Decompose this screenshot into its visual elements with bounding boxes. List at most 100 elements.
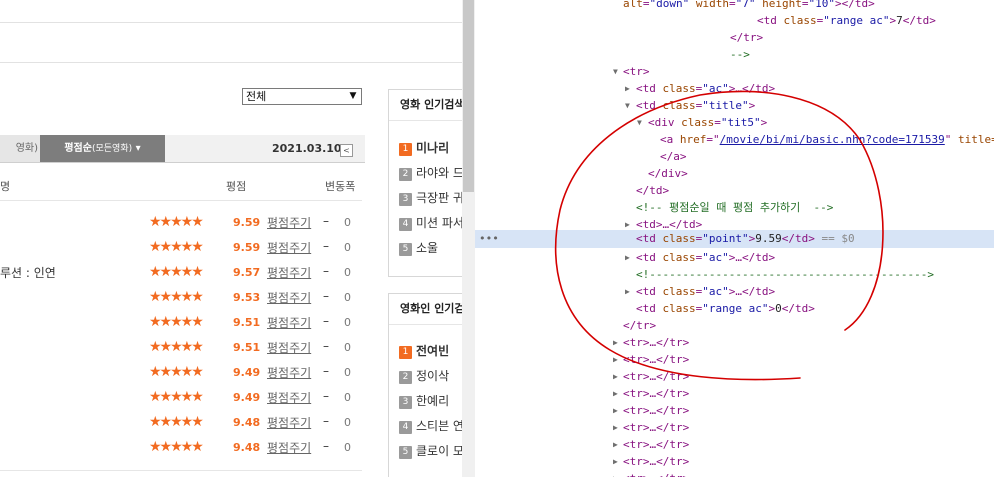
give-rating-link[interactable]: 평점주기 [267, 389, 311, 406]
collapsed-triangle-icon[interactable]: ▶ [625, 249, 630, 266]
table-row: ★★★★★ 9.48 평점주기 – 0 [0, 438, 362, 463]
rank-list-item[interactable]: 1 미나리 [399, 139, 449, 156]
dom-line[interactable]: </div> [475, 165, 994, 182]
dom-line-collapsed-tr[interactable]: ▶ <tr>…</tr> [475, 402, 994, 419]
rank-list-item[interactable]: 3 극장판 귀 [399, 189, 462, 206]
dom-line[interactable]: --> [475, 46, 994, 63]
dom-line-collapsed-tr[interactable]: ▶ <tr>…</tr> [475, 334, 994, 351]
dom-line[interactable]: ▶ <td class="ac">…</td> [475, 80, 994, 97]
rank-change-value: 0 [344, 241, 351, 254]
movie-title[interactable]: 루션 : 인연 [0, 264, 56, 281]
expand-triangle-icon[interactable]: ▼ [625, 97, 630, 114]
prev-date-button[interactable]: < [340, 144, 353, 157]
genre-filter-select[interactable]: 전체 ▼ [242, 88, 362, 105]
divider [0, 470, 362, 471]
rank-number-badge: 3 [399, 193, 412, 206]
give-rating-link[interactable]: 평점주기 [267, 214, 311, 231]
rank-number-badge: 2 [399, 168, 412, 181]
scrollbar-thumb[interactable] [463, 0, 474, 192]
tab-prev-category[interactable]: 영화) [0, 135, 40, 162]
collapsed-triangle-icon[interactable]: ▶ [613, 453, 618, 470]
rank-change-value: 0 [344, 441, 351, 454]
dom-line[interactable]: </a> [475, 148, 994, 165]
dom-line-comment[interactable]: <!-- 평점순일 때 평점 추가하기 --> [475, 199, 994, 216]
dom-line[interactable]: </tr> [475, 317, 994, 334]
dom-line[interactable]: <td class="range ac">0</td> [475, 300, 994, 317]
ranking-tabbar: 영화) 평점순(모든영화) ▾ 2021.03.10 < [0, 135, 365, 163]
dom-line-tr-expanded[interactable]: ▼ <tr> [475, 63, 994, 80]
give-rating-link[interactable]: 평점주기 [267, 264, 311, 281]
dom-line[interactable]: ▼ <td class="title"> [475, 97, 994, 114]
dom-line[interactable]: ▼ <div class="tit5"> [475, 114, 994, 131]
genre-filter-value: 전체 [246, 90, 267, 103]
rank-list-item[interactable]: 4 스티븐 연 [399, 417, 462, 434]
rating-score: 9.48 [233, 416, 261, 429]
rank-list-item[interactable]: 2 정이삭 [399, 367, 449, 384]
star-rating-icon: ★★★★★ [149, 289, 204, 305]
dom-line-collapsed-tr[interactable]: ▶ <tr>…</tr> [475, 470, 994, 477]
give-rating-link[interactable]: 평점주기 [267, 289, 311, 306]
rank-list-item[interactable]: 5 소울 [399, 239, 438, 256]
give-rating-link[interactable]: 평점주기 [267, 314, 311, 331]
rank-number-badge: 5 [399, 446, 412, 459]
rank-list-item[interactable]: 1 전여빈 [399, 342, 449, 359]
collapsed-triangle-icon[interactable]: ▶ [613, 470, 618, 477]
dom-line-collapsed-tr[interactable]: ▶ <tr>…</tr> [475, 419, 994, 436]
dom-line[interactable]: </tr> [475, 29, 994, 46]
movie-link-href[interactable]: /movie/bi/mi/basic.nhn?code=171539 [720, 133, 945, 146]
rank-list-item[interactable]: 4 미션 파서 [399, 214, 462, 231]
column-header-title: 명 [0, 180, 11, 193]
no-change-icon: – [323, 389, 329, 403]
column-header-rating: 평점 [226, 180, 247, 193]
rank-list-item[interactable]: 3 한예리 [399, 392, 449, 409]
dom-line-collapsed-tr[interactable]: ▶ <tr>…</tr> [475, 385, 994, 402]
table-row: 루션 : 인연 ★★★★★ 9.57 평점주기 – 0 [0, 263, 362, 288]
dom-line-collapsed-tr[interactable]: ▶ <tr>…</tr> [475, 453, 994, 470]
dom-line[interactable]: ▶ <td class="ac">…</td> [475, 249, 994, 266]
tab-rating-all-movies[interactable]: 평점순(모든영화) ▾ [40, 135, 165, 162]
rank-change-value: 0 [344, 216, 351, 229]
tr-tag: <tr>…</tr> [623, 336, 690, 349]
give-rating-link[interactable]: 평점주기 [267, 414, 311, 431]
collapsed-triangle-icon[interactable]: ▶ [613, 334, 618, 351]
dom-line-collapsed-tr[interactable]: ▶ <tr>…</tr> [475, 368, 994, 385]
dom-line-comment[interactable]: <!--------------------------------------… [475, 266, 994, 283]
divider [0, 200, 362, 201]
more-actions-icon[interactable]: ••• [479, 230, 499, 247]
collapsed-triangle-icon[interactable]: ▶ [625, 80, 630, 97]
dom-line-selected[interactable]: ••• <td class="point">9.59</td> == $0 [475, 230, 994, 248]
table-row: ★★★★★ 9.51 평점주기 – 0 [0, 313, 362, 338]
collapsed-triangle-icon[interactable]: ▶ [613, 368, 618, 385]
collapsed-triangle-icon[interactable]: ▶ [613, 385, 618, 402]
expand-triangle-icon[interactable]: ▼ [613, 63, 618, 80]
dom-line-collapsed-tr[interactable]: ▶ <tr>…</tr> [475, 351, 994, 368]
rating-score: 9.49 [233, 391, 261, 404]
dom-line: alt="down" width="7" height="10"></td> [623, 0, 875, 10]
star-rating-icon: ★★★★★ [149, 364, 204, 380]
no-change-icon: – [323, 289, 329, 303]
star-rating-icon: ★★★★★ [149, 414, 204, 430]
rating-score: 9.51 [233, 316, 261, 329]
rank-list-item[interactable]: 5 클로이 모 [399, 442, 462, 459]
dom-line[interactable]: <a href="/movie/bi/mi/basic.nhn?code=171… [475, 131, 994, 148]
rank-list-item[interactable]: 2 라야와 드 [399, 164, 462, 181]
give-rating-link[interactable]: 평점주기 [267, 439, 311, 456]
dom-line[interactable]: </td> [475, 182, 994, 199]
tr-tag: <tr>…</tr> [623, 421, 690, 434]
collapsed-triangle-icon[interactable]: ▶ [613, 419, 618, 436]
dom-line[interactable]: <td class="range ac">7</td> [475, 12, 994, 29]
no-change-icon: – [323, 364, 329, 378]
expand-triangle-icon[interactable]: ▼ [637, 114, 642, 131]
collapsed-triangle-icon[interactable]: ▶ [613, 351, 618, 368]
no-change-icon: – [323, 214, 329, 228]
collapsed-triangle-icon[interactable]: ▶ [613, 402, 618, 419]
collapsed-triangle-icon[interactable]: ▶ [625, 283, 630, 300]
give-rating-link[interactable]: 평점주기 [267, 364, 311, 381]
give-rating-link[interactable]: 평점주기 [267, 339, 311, 356]
dom-line-collapsed-tr[interactable]: ▶ <tr>…</tr> [475, 436, 994, 453]
collapsed-triangle-icon[interactable]: ▶ [613, 436, 618, 453]
dom-line[interactable]: ▶ <td class="ac">…</td> [475, 283, 994, 300]
give-rating-link[interactable]: 평점주기 [267, 239, 311, 256]
table-row: ★★★★★ 9.59 평점주기 – 0 [0, 238, 362, 263]
star-rating-icon: ★★★★★ [149, 439, 204, 455]
